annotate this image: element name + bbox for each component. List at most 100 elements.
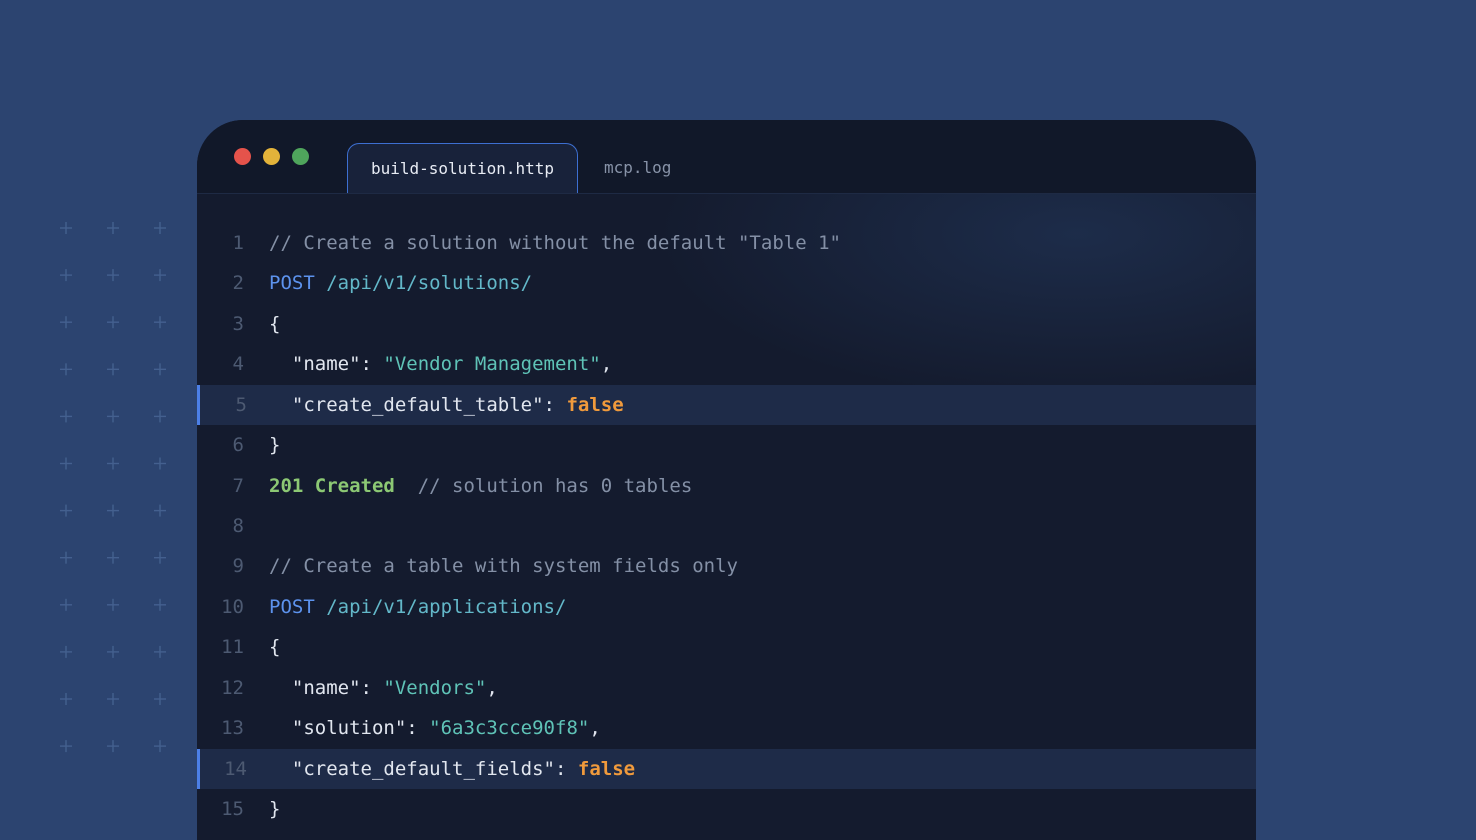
code-editor-window: build-solution.http mcp.log 1 // Create a… (197, 120, 1256, 840)
code-token-punct: , (600, 353, 613, 376)
decorative-plus-icon (154, 740, 166, 753)
decorative-plus-icon (107, 222, 119, 234)
code-token-punct: : (360, 676, 384, 699)
code-token-comment: // solution has 0 tables (394, 474, 693, 497)
code-token-string: "Vendor Management" (383, 353, 601, 376)
code-token-punct: { (269, 312, 281, 335)
decorative-plus-icon (154, 363, 166, 376)
decorative-plus-icon (107, 316, 119, 329)
code-token-punct: : (406, 717, 430, 740)
code-text: // Create a solution without the default… (269, 223, 841, 263)
line-number: 8 (232, 515, 244, 537)
code-token-method: POST (269, 595, 315, 618)
line-number: 6 (232, 434, 244, 457)
code-text: { (269, 627, 280, 667)
code-text: 201 Created // solution has 0 tables (269, 466, 692, 506)
code-token-status: 201 Created (269, 474, 395, 497)
decorative-plus-icon (107, 740, 119, 753)
decorative-plus-icon (107, 269, 119, 282)
decorative-plus-icon (107, 363, 119, 376)
code-token-string: "Vendors" (383, 676, 487, 699)
line-number: 10 (221, 595, 244, 618)
decorative-plus-icon (154, 645, 166, 658)
decorative-plus-icon (154, 598, 166, 611)
minimize-window-icon[interactable] (263, 148, 280, 165)
code-token-punct: : (360, 353, 384, 376)
maximize-window-icon[interactable] (292, 148, 309, 165)
line-number: 4 (232, 353, 244, 376)
code-token-punct: : (543, 393, 567, 416)
code-token-string: "6a3c3cce90f8" (429, 717, 590, 740)
code-text: // Create a table with system fields onl… (269, 546, 738, 586)
code-text: } (269, 425, 280, 465)
code-line: 6} (197, 425, 1256, 465)
decorative-plus-icon (107, 410, 119, 423)
decorative-plus-icon (60, 504, 72, 517)
line-number: 1 (232, 232, 244, 254)
line-number: 14 (224, 757, 247, 780)
code-token-bool: false (577, 757, 636, 780)
decorative-plus-icon (60, 316, 72, 329)
decorative-plus-icon (107, 457, 119, 470)
decorative-plus-icon (154, 551, 166, 564)
code-token-comment: // Create a table with system fields onl… (269, 555, 738, 578)
code-text: POST /api/v1/applications/ (269, 587, 566, 627)
code-text: "create_default_fields": false (269, 749, 635, 789)
line-number: 3 (232, 312, 244, 335)
line-number: 7 (232, 474, 244, 497)
decorative-plus-icon (107, 693, 119, 705)
code-token-punct: } (269, 798, 281, 821)
code-line: 7 201 Created // solution has 0 tables (197, 466, 1256, 506)
tab-build-solution-http[interactable]: build-solution.http (347, 143, 578, 193)
decorative-plus-icon (154, 269, 166, 282)
line-number: 11 (221, 636, 244, 659)
decorative-plus-icon (60, 410, 72, 423)
window-titlebar: build-solution.http mcp.log (197, 120, 1256, 194)
tab-mcp-log[interactable]: mcp.log (587, 143, 697, 193)
code-token-key: "create_default_fields" (269, 757, 555, 780)
decorative-plus-icon (60, 222, 72, 234)
code-content[interactable]: 1 // Create a solution without the defaul… (197, 194, 1256, 840)
code-line-highlighted: 14 "create_default_fields": false (197, 748, 1256, 789)
decorative-plus-icon (60, 693, 72, 705)
code-text: "create_default_table": false (269, 385, 624, 425)
code-token-bool: false (566, 393, 624, 416)
close-window-icon[interactable] (234, 148, 251, 165)
code-token-comment: // Create a solution without the default… (269, 232, 841, 254)
code-line: 12 "name": "Vendors", (197, 668, 1256, 708)
decorative-plus-icon (60, 269, 72, 282)
code-text: "solution": "6a3c3cce90f8", (269, 708, 601, 748)
code-line: 4 "name": "Vendor Management", (197, 344, 1256, 384)
decorative-plus-icon (154, 504, 166, 517)
code-text: { (269, 304, 280, 344)
decorative-plus-icon (154, 410, 166, 423)
code-line-highlighted: 5 "create_default_table": false (197, 384, 1256, 425)
decorative-plus-icon (60, 645, 72, 658)
code-token-punct: , (589, 717, 601, 740)
decorative-plus-icon (60, 598, 72, 611)
decorative-plus-icon (107, 504, 119, 517)
code-line: 3{ (197, 304, 1256, 344)
code-line: 9 // Create a table with system fields on… (197, 546, 1256, 586)
code-token-punct: } (269, 434, 281, 457)
line-number: 15 (221, 798, 244, 821)
code-line: 1 // Create a solution without the defaul… (197, 223, 1256, 263)
code-token-key: "create_default_table" (269, 393, 544, 416)
code-text: } (269, 789, 280, 829)
decorative-plus-icon (60, 457, 72, 470)
line-number: 5 (235, 393, 247, 416)
code-text: POST /api/v1/solutions/ (269, 263, 532, 303)
code-token-key: "name" (269, 353, 361, 376)
decorative-plus-icon (154, 693, 166, 705)
code-line: 15} (197, 789, 1256, 829)
code-line: 8 (197, 506, 1256, 546)
decorative-plus-icon (107, 551, 119, 564)
line-number: 13 (221, 717, 244, 740)
code-token-method: POST (269, 272, 315, 295)
decorative-plus-icon (154, 316, 166, 329)
decorative-plus-icon (154, 222, 166, 234)
decorative-plus-icon (60, 740, 72, 753)
code-text: "name": "Vendors", (269, 668, 498, 708)
decorative-plus-icon (107, 598, 119, 611)
decorative-plus-icon (60, 551, 72, 564)
